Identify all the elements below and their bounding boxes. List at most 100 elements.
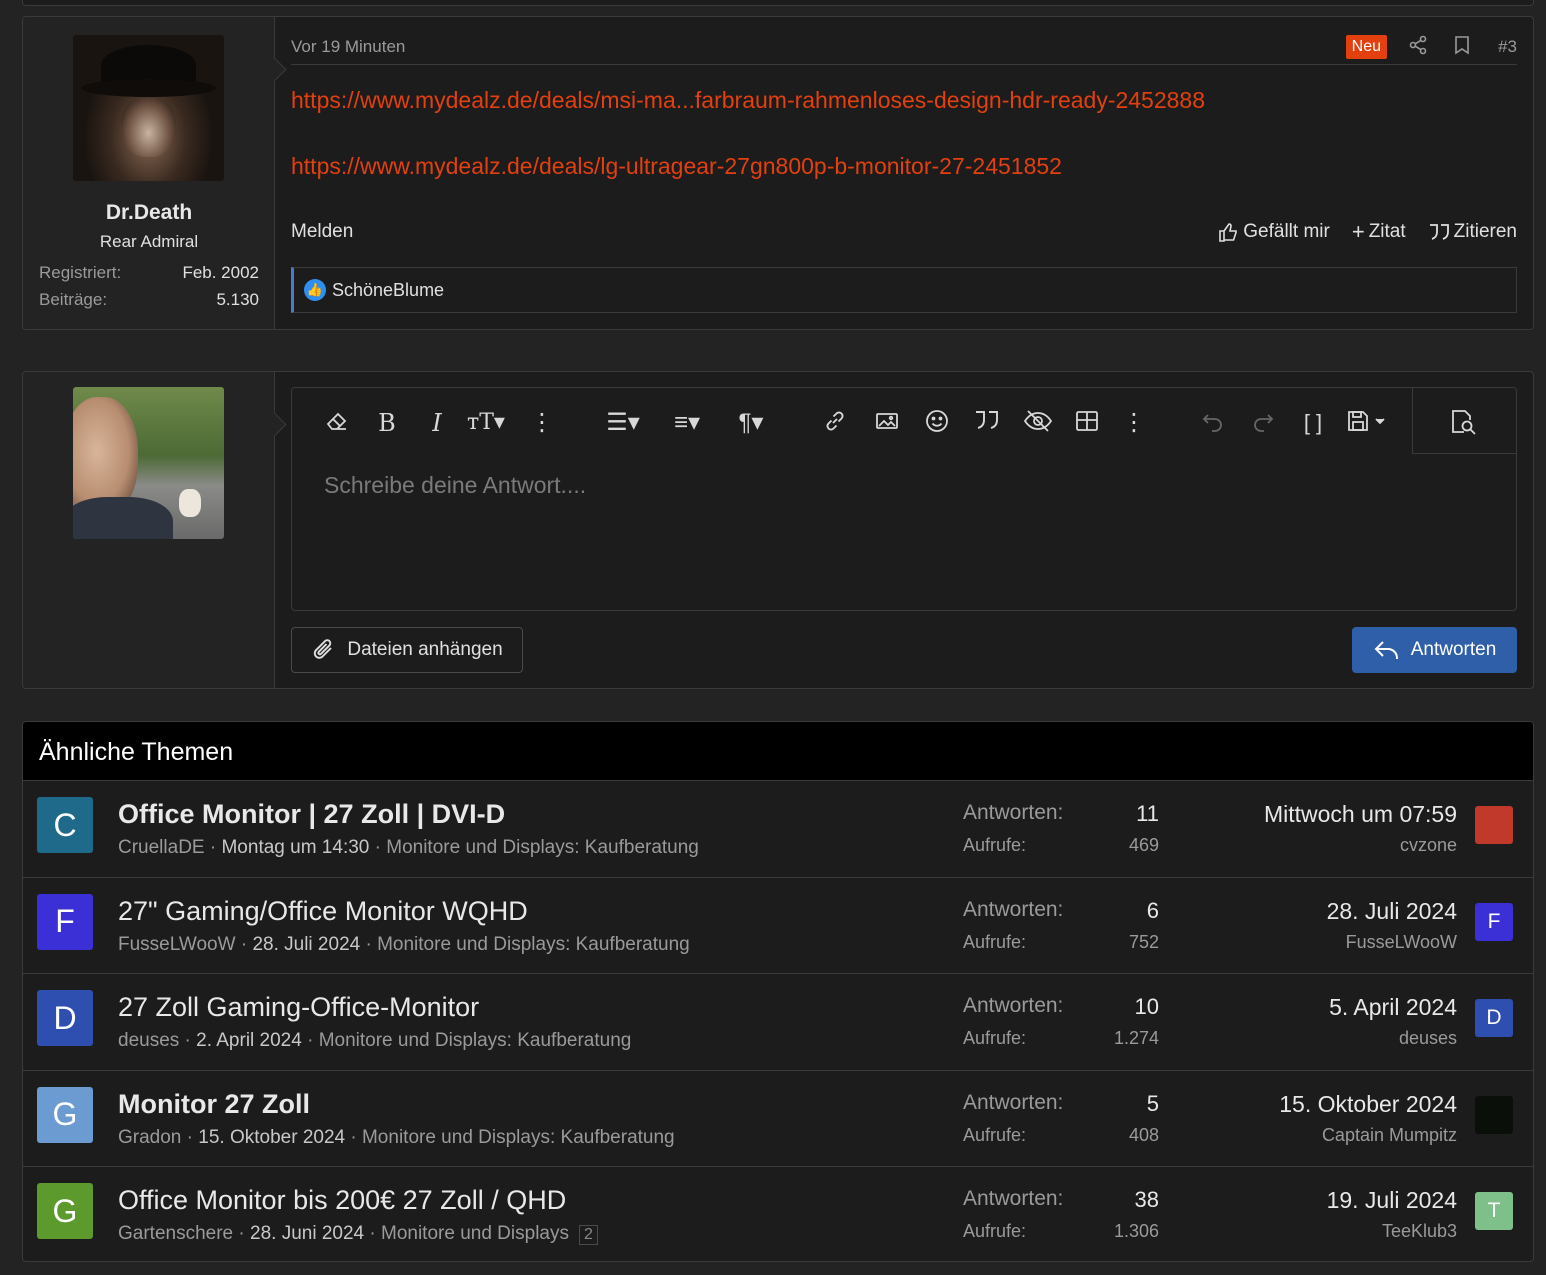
bbcode-icon[interactable]: [ ]: [1298, 408, 1328, 438]
last-post-date[interactable]: 19. Juli 2024: [1327, 1187, 1457, 1214]
share-icon[interactable]: [1407, 35, 1429, 57]
last-poster[interactable]: Captain Mumpitz: [1322, 1125, 1457, 1146]
thread-title[interactable]: 27 Zoll Gaming-Office-Monitor: [118, 992, 479, 1023]
reply-submit-button[interactable]: Antworten: [1352, 627, 1517, 673]
thread-author[interactable]: CruellaDE: [118, 837, 205, 858]
my-avatar: [73, 387, 224, 539]
last-poster-avatar[interactable]: F: [1475, 902, 1513, 941]
list-icon[interactable]: ☰▾: [598, 408, 648, 438]
thread-forum[interactable]: Monitore und Displays: Kaufberatung: [377, 934, 690, 955]
last-post-date[interactable]: 5. April 2024: [1329, 994, 1457, 1021]
link-icon[interactable]: [820, 408, 850, 438]
paperclip-icon: [314, 639, 333, 659]
thread-title[interactable]: Monitor 27 Zoll: [118, 1089, 310, 1120]
thread-forum[interactable]: Monitore und Displays: Kaufberatung: [362, 1127, 675, 1148]
post-link-1[interactable]: https://www.mydealz.de/deals/msi-ma...fa…: [291, 87, 1205, 114]
text-size-icon[interactable]: тT▾: [460, 408, 512, 438]
save-draft-icon[interactable]: [1344, 408, 1392, 438]
italic-icon[interactable]: I: [422, 408, 452, 438]
redo-icon[interactable]: [1248, 408, 1278, 438]
smiley-icon[interactable]: [922, 408, 952, 438]
thread-title[interactable]: Office Monitor bis 200€ 27 Zoll / QHD: [118, 1185, 566, 1216]
thread-author-avatar[interactable]: D: [37, 990, 93, 1046]
last-poster[interactable]: deuses: [1399, 1028, 1457, 1049]
attach-files-button[interactable]: Dateien anhängen: [291, 627, 523, 673]
more-vertical-icon[interactable]: ⋮: [530, 408, 554, 438]
thread-start-date[interactable]: 15. Oktober 2024: [198, 1127, 345, 1148]
post-link-2[interactable]: https://www.mydealz.de/deals/lg-ultragea…: [291, 153, 1062, 180]
thread-author-avatar[interactable]: G: [37, 1183, 93, 1239]
thumbs-up-icon: [1219, 223, 1238, 242]
preview-icon[interactable]: [1447, 408, 1481, 438]
thread-row[interactable]: G Office Monitor bis 200€ 27 Zoll / QHD …: [23, 1166, 1533, 1261]
quote-button[interactable]: Zitieren: [1428, 219, 1517, 245]
report-button[interactable]: Melden: [291, 221, 353, 243]
similar-threads-title: Ähnliche Themen: [23, 722, 1533, 780]
reactions-bar[interactable]: 👍 SchöneBlume: [291, 267, 1517, 313]
editor-toolbar: B I тT▾ ⋮ ☰▾ ≡▾ ¶▾ ⋮ []: [292, 388, 1516, 454]
thread-row[interactable]: D 27 Zoll Gaming-Office-Monitor deuses ·…: [23, 973, 1533, 1070]
thread-meta: Gartenschere · 28. Juni 2024 · Monitore …: [118, 1223, 598, 1245]
thread-row[interactable]: C Office Monitor | 27 Zoll | DVI-D Cruel…: [23, 780, 1533, 877]
last-post-date[interactable]: 15. Oktober 2024: [1279, 1091, 1457, 1118]
last-poster-avatar[interactable]: [1475, 806, 1513, 844]
last-poster[interactable]: cvzone: [1400, 835, 1457, 856]
thread-start-date[interactable]: 28. Juli 2024: [252, 934, 360, 955]
bold-icon[interactable]: B: [372, 408, 402, 438]
reply-editor[interactable]: B I тT▾ ⋮ ☰▾ ≡▾ ¶▾ ⋮ [] Schreibe deine …: [291, 387, 1517, 611]
reply-icon: [1374, 641, 1398, 659]
post-time[interactable]: Vor 19 Minuten: [291, 37, 405, 57]
like-button[interactable]: Gefällt mir: [1217, 219, 1330, 245]
more-vertical-icon[interactable]: ⋮: [1122, 408, 1146, 438]
thread-row[interactable]: F 27" Gaming/Office Monitor WQHD FusseLW…: [23, 876, 1533, 974]
hide-eye-icon[interactable]: [1022, 408, 1054, 438]
avatar[interactable]: [73, 35, 224, 181]
thread-forum[interactable]: Monitore und Displays: Kaufberatung: [386, 837, 699, 858]
last-poster[interactable]: TeeKlub3: [1382, 1221, 1457, 1242]
thread-start-date[interactable]: 28. Juni 2024: [250, 1223, 364, 1244]
thread-author[interactable]: deuses: [118, 1030, 179, 1051]
align-icon[interactable]: ≡▾: [662, 408, 712, 438]
reply-user-pane: [23, 372, 275, 688]
quote-icon[interactable]: [972, 408, 1002, 438]
thread-author-avatar[interactable]: F: [37, 893, 93, 950]
thread-author[interactable]: Gartenschere: [118, 1223, 233, 1244]
previous-post-edge: [22, 0, 1534, 6]
bookmark-icon[interactable]: [1451, 35, 1473, 57]
thread-author[interactable]: FusseLWooW: [118, 934, 236, 955]
last-poster-avatar[interactable]: T: [1475, 1192, 1513, 1230]
undo-icon[interactable]: [1198, 408, 1228, 438]
thread-start-date[interactable]: Montag um 14:30: [221, 837, 369, 858]
last-poster-avatar[interactable]: [1475, 1095, 1513, 1134]
last-post-date[interactable]: Mittwoch um 07:59: [1264, 801, 1457, 828]
image-icon[interactable]: [872, 408, 902, 438]
thread-title[interactable]: Office Monitor | 27 Zoll | DVI-D: [118, 799, 505, 830]
thread-page-link[interactable]: 2: [578, 1225, 598, 1245]
eraser-icon[interactable]: [322, 408, 352, 438]
paragraph-icon[interactable]: ¶▾: [726, 408, 776, 438]
multiquote-button[interactable]: + Zitat: [1352, 219, 1406, 245]
thread-row[interactable]: G Monitor 27 Zoll Gradon · 15. Oktober 2…: [23, 1069, 1533, 1167]
thread-start-date[interactable]: 2. April 2024: [196, 1030, 302, 1051]
thread-author-avatar[interactable]: G: [37, 1086, 93, 1143]
thread-forum[interactable]: Monitore und Displays: [381, 1223, 569, 1244]
replies-count: 5: [1146, 1090, 1159, 1116]
thread-title[interactable]: 27" Gaming/Office Monitor WQHD: [118, 896, 528, 927]
thread-author-avatar[interactable]: C: [37, 797, 93, 853]
username[interactable]: Dr.Death: [23, 201, 275, 225]
like-reaction-icon: 👍: [304, 279, 326, 301]
user-stat-posts: Beiträge: 5.130: [39, 290, 259, 309]
post-main: Vor 19 Minuten Neu #3 https://www.mydeal…: [291, 17, 1517, 329]
thread-author[interactable]: Gradon: [118, 1127, 181, 1148]
post-number[interactable]: #3: [1498, 37, 1517, 57]
thread-forum[interactable]: Monitore und Displays: Kaufberatung: [319, 1030, 632, 1051]
reaction-user[interactable]: SchöneBlume: [332, 280, 444, 301]
quick-reply: B I тT▾ ⋮ ☰▾ ≡▾ ¶▾ ⋮ [] Schreibe deine …: [22, 371, 1534, 689]
last-poster[interactable]: FusseLWooW: [1346, 932, 1457, 953]
views-label: Aufrufe:: [963, 835, 1027, 855]
last-poster-avatar[interactable]: D: [1475, 999, 1513, 1037]
replies-count: 6: [1146, 897, 1159, 923]
table-icon[interactable]: [1072, 408, 1102, 438]
thread-meta: CruellaDE · Montag um 14:30 · Monitore u…: [118, 837, 699, 858]
last-post-date[interactable]: 28. Juli 2024: [1327, 898, 1457, 925]
